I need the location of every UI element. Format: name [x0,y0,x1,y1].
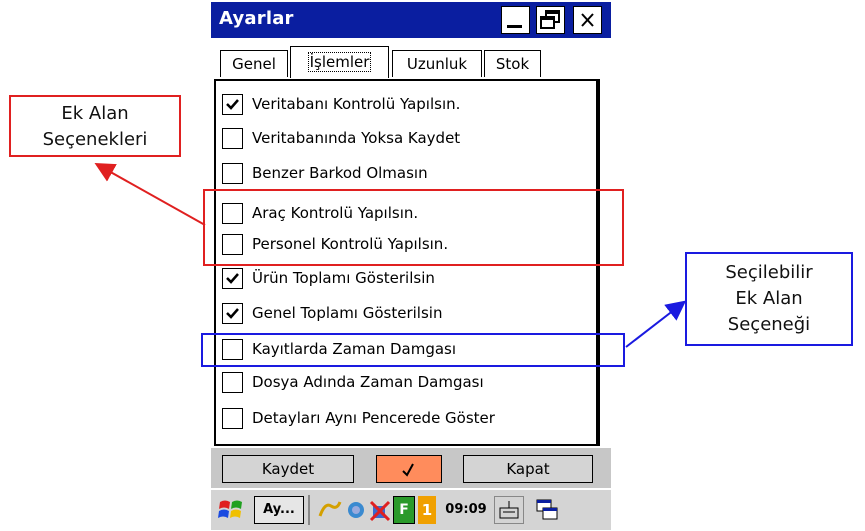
blue-arrow [625,300,687,348]
ek-alan-callout: Ek Alan Seçenekleri [9,95,181,157]
red-arrow [94,163,206,226]
callout-line: Seçenekleri [42,129,148,150]
callout-line: Ek Alan [735,288,803,309]
secilebilir-callout: Seçilebilir Ek Alan Seçeneği [685,252,853,346]
callout-line: Seçilebilir [725,262,813,283]
callout-line: Seçeneği [727,314,811,335]
callout-line: Ek Alan [61,103,129,124]
